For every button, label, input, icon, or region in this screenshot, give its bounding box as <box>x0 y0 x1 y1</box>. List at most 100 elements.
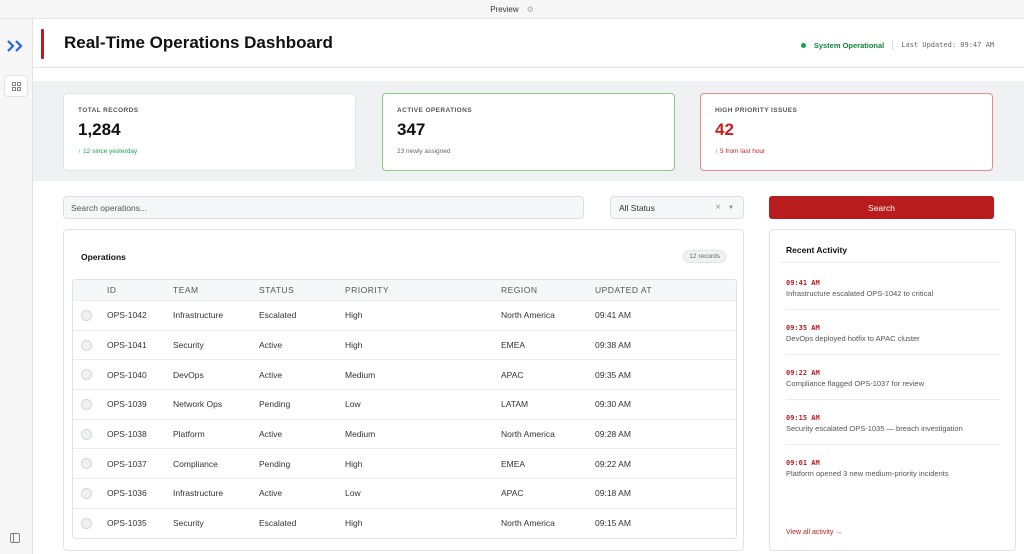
cell-updated-at: 09:35 AM <box>595 369 631 380</box>
logo-icon[interactable] <box>5 39 27 53</box>
cell-priority: High <box>345 518 363 529</box>
table-row[interactable]: OPS-1037 Compliance Pending High EMEA 09:22 A… <box>73 448 736 478</box>
activity-text: Platform opened 3 new medium-priority in… <box>786 469 949 478</box>
stat-value: 42 <box>715 120 734 139</box>
row-checkbox[interactable] <box>81 309 92 321</box>
gear-icon[interactable]: ⚙ <box>527 5 534 14</box>
chevron-down-icon[interactable]: ▼ <box>728 205 734 211</box>
recent-activity-panel: Recent Activity 09:41 AM Infrastructure e… <box>769 229 1016 551</box>
column-header[interactable]: PRIORITY <box>345 285 501 295</box>
activity-divider <box>780 262 1000 263</box>
activity-title: Recent Activity <box>786 245 848 255</box>
cell-updated-at: 09:15 AM <box>595 518 631 529</box>
activity-time: 09:01 AM <box>786 459 820 467</box>
row-checkbox[interactable] <box>81 517 92 529</box>
stat-sub: 23 newly assigned <box>397 148 451 155</box>
search-field[interactable] <box>63 196 584 219</box>
cell-id: OPS-1037 <box>107 458 147 469</box>
status-dot-icon <box>800 42 806 48</box>
cell-team: Infrastructure <box>173 310 224 321</box>
cell-status: Escalated <box>259 310 297 321</box>
status-filter-select[interactable]: All Status × ▼ <box>610 196 744 219</box>
cell-team: Infrastructure <box>173 488 224 499</box>
cell-updated-at: 09:18 AM <box>595 488 631 499</box>
cell-updated-at: 09:30 AM <box>595 399 631 410</box>
cell-priority: High <box>345 458 363 469</box>
left-rail <box>0 19 33 554</box>
activity-text: Compliance flagged OPS-1037 for review <box>786 379 924 388</box>
activity-time: 09:35 AM <box>786 324 820 332</box>
cell-status: Pending <box>259 399 291 410</box>
table-row[interactable]: OPS-1041 Security Active High EMEA 09:38 AM <box>73 329 736 360</box>
search-input[interactable] <box>71 202 583 213</box>
row-select-cell <box>73 487 107 499</box>
column-header[interactable]: UPDATED AT <box>595 285 695 295</box>
activity-text: Infrastructure escalated OPS-1042 to cri… <box>786 289 934 298</box>
activity-item: 09:41 AM Infrastructure escalated OPS-104… <box>786 279 1001 310</box>
table-row[interactable]: OPS-1036 Infrastructure Active Low APAC 09:18… <box>73 478 736 508</box>
cell-priority: Medium <box>345 429 376 440</box>
cell-status: Active <box>259 340 283 351</box>
activity-item: 09:01 AM Platform opened 3 new medium-pri… <box>786 459 1001 478</box>
column-header[interactable]: TEAM <box>173 285 259 295</box>
activity-item: 09:35 AM DevOps deployed hotfix to APAC c… <box>786 324 1001 355</box>
cell-updated-at: 09:38 AM <box>595 340 631 351</box>
row-checkbox[interactable] <box>81 458 92 470</box>
activity-divider <box>786 309 1000 310</box>
search-button[interactable]: Search <box>769 196 994 219</box>
cell-team: DevOps <box>173 369 204 380</box>
view-all-activity-link[interactable]: View all activity → <box>786 529 842 536</box>
cell-priority: Low <box>345 399 361 410</box>
column-header[interactable]: STATUS <box>259 285 345 295</box>
column-header[interactable]: ID <box>107 285 173 295</box>
cell-team: Platform <box>173 429 205 440</box>
cell-region: North America <box>501 310 555 321</box>
row-checkbox[interactable] <box>81 339 92 351</box>
cell-team: Compliance <box>173 458 218 469</box>
stat-card-active-operations: ACTIVE OPERATIONS 347 23 newly assigned <box>382 93 675 171</box>
cell-team: Network Ops <box>173 399 223 410</box>
sidebar-toggle-icon[interactable] <box>8 531 22 545</box>
row-checkbox[interactable] <box>81 428 92 440</box>
cell-id: OPS-1040 <box>107 369 147 380</box>
table-row[interactable]: OPS-1035 Security Escalated High North Ameri… <box>73 507 736 538</box>
column-header[interactable]: REGION <box>501 285 595 295</box>
activity-text: Security escalated OPS-1035 — breach inv… <box>786 424 963 433</box>
cell-team: Security <box>173 518 204 529</box>
row-select-cell <box>73 339 107 351</box>
records-badge: 12 records <box>683 250 726 263</box>
clear-icon[interactable]: × <box>715 202 721 213</box>
cell-id: OPS-1038 <box>107 429 147 440</box>
activity-item: 09:22 AM Compliance flagged OPS-1037 for … <box>786 369 1001 400</box>
cell-status: Pending <box>259 458 291 469</box>
cell-id: OPS-1042 <box>107 310 147 321</box>
cell-updated-at: 09:28 AM <box>595 429 631 440</box>
cell-region: EMEA <box>501 340 526 351</box>
cell-region: EMEA <box>501 458 526 469</box>
table-row[interactable]: OPS-1039 Network Ops Pending Low LATAM 09:30 … <box>73 389 736 419</box>
table-row[interactable]: OPS-1042 Infrastructure Escalated High North… <box>73 300 736 330</box>
cell-region: APAC <box>501 369 524 380</box>
cell-updated-at: 09:22 AM <box>595 458 631 469</box>
cell-id: OPS-1039 <box>107 399 147 410</box>
table-row[interactable]: OPS-1038 Platform Active Medium North Americ… <box>73 418 736 449</box>
row-checkbox[interactable] <box>81 487 92 499</box>
cell-id: OPS-1041 <box>107 340 147 351</box>
header-accent-bar <box>41 29 44 59</box>
status-text: System Operational <box>813 40 885 50</box>
row-checkbox[interactable] <box>81 369 92 381</box>
cell-id: OPS-1036 <box>107 488 147 499</box>
activity-text: DevOps deployed hotfix to APAC cluster <box>786 334 920 343</box>
cell-status: Active <box>259 429 283 440</box>
stat-card-high-priority: HIGH PRIORITY ISSUES 42 ↑ 5 from last ho… <box>700 93 993 171</box>
activity-divider <box>786 354 1000 355</box>
cell-region: North America <box>501 429 555 440</box>
cell-id: OPS-1035 <box>107 518 147 529</box>
grid-icon[interactable] <box>4 75 28 97</box>
operations-table: ID TEAM STATUS PRIORITY REGION UPDATED A… <box>72 279 737 539</box>
table-row[interactable]: OPS-1040 DevOps Active Medium APAC 09:35 AM <box>73 359 736 389</box>
system-status: System Operational Last Updated: 09:47 A… <box>800 40 994 50</box>
row-checkbox[interactable] <box>81 398 92 410</box>
last-updated: Last Updated: 09:47 AM <box>901 41 994 49</box>
window-titlebar: Preview ⚙ <box>0 0 1024 19</box>
